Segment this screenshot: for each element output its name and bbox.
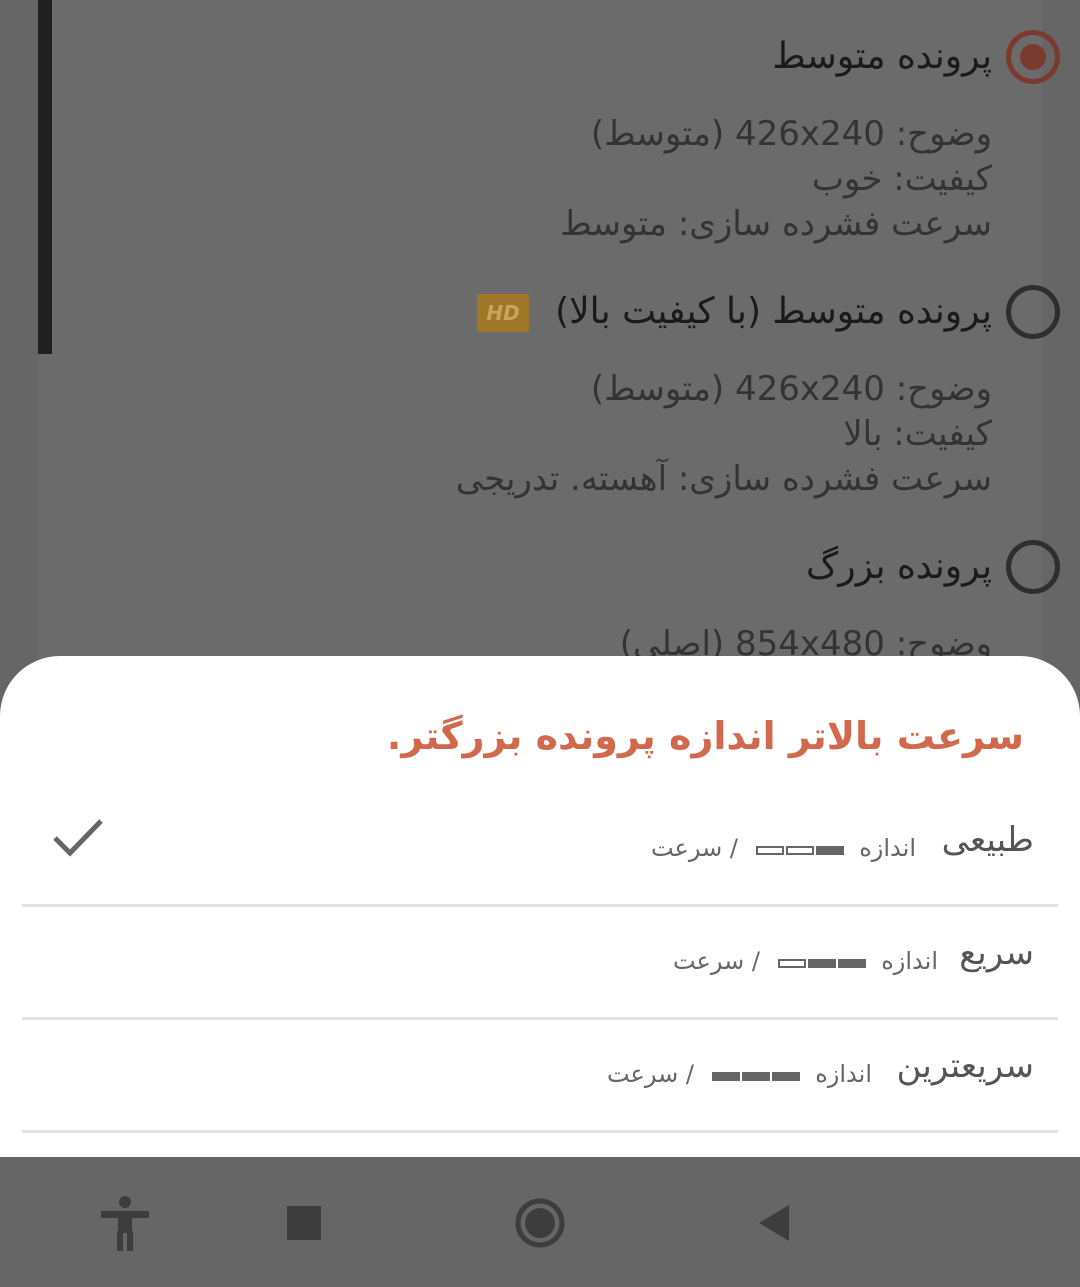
size-bar <box>741 1071 770 1081</box>
option-medium-hq[interactable]: پرونده متوسط (با کیفیت بالا) HD وضوح: 426… <box>92 285 1060 502</box>
radio-icon[interactable] <box>1006 540 1060 594</box>
size-bar <box>711 1071 740 1081</box>
speed-option-normal[interactable]: طبیعی اندازه / سرعت <box>22 794 1058 907</box>
size-bar <box>815 845 844 855</box>
option-title: پرونده متوسط <box>772 36 992 77</box>
speed-label: / سرعت <box>606 1060 694 1088</box>
size-level-bars <box>710 1061 800 1089</box>
option-speed: سرعت فشرده سازی: متوسط <box>560 204 992 244</box>
speed-option-label: طبیعی <box>941 820 1034 860</box>
option-speed: سرعت فشرده سازی: آهسته. تدریجی <box>455 459 992 499</box>
speed-bottom-sheet: سرعت بالاتر اندازه پرونده بزرگتر. طبیعی … <box>0 656 1080 1157</box>
speed-label: / سرعت <box>650 834 738 862</box>
option-large[interactable]: پرونده بزرگ وضوح: 854x480 (اصلی) <box>92 540 1060 667</box>
speed-option-meta: اندازه / سرعت <box>607 1060 872 1089</box>
scrollbar-thumb[interactable] <box>38 0 52 354</box>
size-bar <box>777 958 806 968</box>
checkmark-icon <box>53 819 103 857</box>
size-bar <box>807 958 836 968</box>
navigation-bar <box>0 1157 1080 1287</box>
option-title-text: پرونده متوسط (با کیفیت بالا) <box>555 291 992 332</box>
sheet-title: سرعت بالاتر اندازه پرونده بزرگتر. <box>386 714 1024 758</box>
speed-label: / سرعت <box>672 947 760 975</box>
size-label: اندازه <box>815 1060 872 1088</box>
accessibility-icon[interactable] <box>95 1193 155 1253</box>
speed-option-fastest[interactable]: سریعترین اندازه / سرعت <box>22 1020 1058 1133</box>
size-bar <box>785 845 814 855</box>
size-bar <box>771 1071 800 1081</box>
speed-option-label: سریع <box>959 933 1034 973</box>
size-level-bars <box>776 948 866 976</box>
size-bar <box>837 958 866 968</box>
option-resolution: وضوح: 426x240 (متوسط) <box>590 369 992 409</box>
speed-option-meta: اندازه / سرعت <box>651 834 916 863</box>
option-quality: کیفیت: خوب <box>811 159 992 199</box>
recents-icon[interactable] <box>273 1193 333 1253</box>
radio-selected-icon[interactable] <box>1006 30 1060 84</box>
speed-option-fast[interactable]: سریع اندازه / سرعت <box>22 907 1058 1020</box>
option-title: پرونده متوسط (با کیفیت بالا) HD <box>92 285 992 339</box>
option-resolution: وضوح: 426x240 (متوسط) <box>590 114 992 154</box>
speed-option-meta: اندازه / سرعت <box>673 947 938 976</box>
option-title: پرونده بزرگ <box>806 546 992 587</box>
size-bar <box>755 845 784 855</box>
option-medium[interactable]: پرونده متوسط وضوح: 426x240 (متوسط) کیفیت… <box>92 30 1060 247</box>
radio-icon[interactable] <box>1006 285 1060 339</box>
size-level-bars <box>754 835 844 863</box>
home-icon[interactable] <box>510 1193 570 1253</box>
size-label: اندازه <box>859 834 916 862</box>
speed-option-label: سریعترین <box>896 1046 1034 1086</box>
back-icon[interactable] <box>745 1193 805 1253</box>
option-quality: کیفیت: بالا <box>843 414 992 454</box>
size-label: اندازه <box>881 947 938 975</box>
hd-badge-icon: HD <box>477 294 530 332</box>
